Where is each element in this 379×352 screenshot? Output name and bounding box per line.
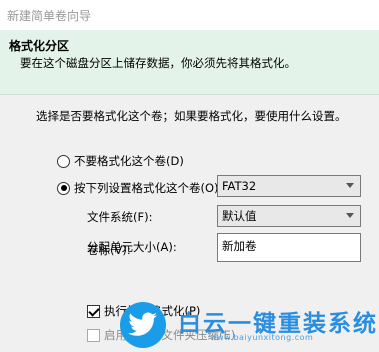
radio-no-format-label: 不要格式化这个卷(D) [74,154,184,168]
bird-icon [128,312,157,336]
volume-label-input[interactable]: 新加卷 [217,233,361,262]
radio-no-format[interactable]: 不要格式化这个卷(D) [57,153,184,169]
allocation-unit-value: 默认值 [222,209,257,223]
file-system-select[interactable]: FAT32 [217,175,361,197]
intro-text: 选择是否要格式化这个卷；如果要格式化，要使用什么设置。 [36,109,347,123]
header-subtitle: 要在这个磁盘分区上储存数据，你必须先将其格式化。 [20,56,296,70]
radio-format[interactable]: 按下列设置格式化这个卷(O): [57,180,222,196]
quick-format-check[interactable] [87,304,100,318]
volume-label-label: 卷标(V): [87,243,131,257]
wizard-header: 格式化分区 要在这个磁盘分区上储存数据，你必须先将其格式化。 [0,30,379,95]
window-title: 新建简单卷向导 [7,9,92,23]
file-system-label: 文件系统(F): [87,210,153,224]
watermark: 白云一键重装系统 www.baiyunxitong.com [120,297,379,352]
watermark-url: www.baiyunxitong.com [210,333,314,342]
radio-no-format-circle[interactable] [57,154,70,168]
compression-check [87,328,100,342]
header-title: 格式化分区 [9,39,70,53]
allocation-unit-select[interactable]: 默认值 [217,205,361,227]
radio-format-circle[interactable] [57,181,70,195]
file-system-value: FAT32 [222,179,257,193]
chevron-down-icon [346,213,354,218]
chevron-down-icon [346,183,354,188]
bird-logo-icon [120,302,166,348]
window-titlebar: 新建简单卷向导 [0,0,379,30]
radio-format-label: 按下列设置格式化这个卷(O): [74,181,223,195]
